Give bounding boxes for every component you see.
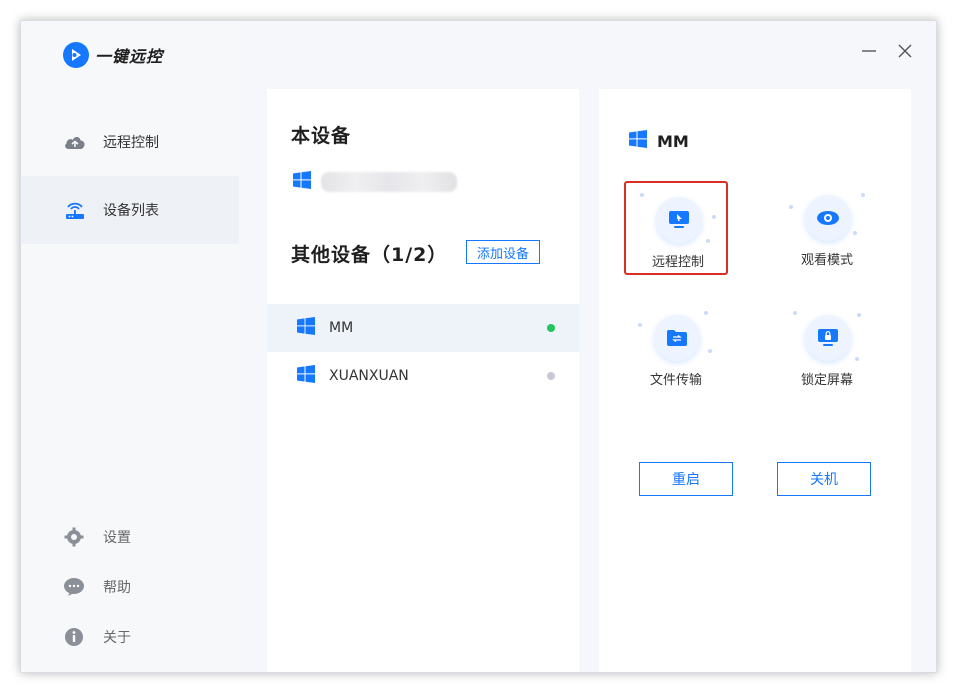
sidebar-item-settings[interactable]: 设置	[63, 526, 131, 548]
windows-icon	[297, 317, 315, 339]
decor-dot	[706, 239, 710, 243]
lock-screen-button[interactable]: 锁定屏幕	[775, 301, 879, 395]
sidebar-item-device-list[interactable]: 设备列表	[21, 176, 239, 244]
device-detail-panel: MM 远程控制 观看模式 文件传输 锁定屏幕 重启 关机	[599, 89, 911, 672]
lock-screen-icon	[805, 315, 851, 361]
decor-dot	[712, 215, 716, 219]
eye-icon	[805, 195, 851, 241]
device-row-mm[interactable]: MM	[267, 304, 579, 352]
info-icon	[63, 626, 85, 648]
windows-icon	[293, 171, 311, 193]
minimize-icon	[861, 43, 877, 63]
decor-dot	[708, 349, 712, 353]
windows-icon	[297, 365, 315, 387]
shutdown-button[interactable]: 关机	[777, 462, 871, 496]
cloud-remote-icon	[63, 130, 87, 154]
router-icon	[63, 198, 87, 222]
add-device-button[interactable]: 添加设备	[466, 240, 540, 264]
decor-dot	[704, 311, 708, 315]
folder-transfer-icon	[654, 315, 700, 361]
device-title: MM	[657, 131, 689, 151]
remote-control-label: 远程控制	[651, 255, 704, 270]
monitor-cursor-icon	[656, 197, 702, 243]
file-transfer-button[interactable]: 文件传输	[624, 301, 728, 395]
device-list-panel: 本设备 其他设备（1/2） 添加设备 MM XUANXUAN	[267, 89, 579, 672]
decor-dot	[853, 231, 857, 235]
decor-dot	[640, 193, 644, 197]
decor-dot	[857, 313, 861, 317]
brand: 一键远控	[63, 42, 163, 68]
sidebar: 一键远控 远程控制 设备列表 设置 帮助 关于	[21, 21, 239, 672]
minimize-button[interactable]	[859, 43, 879, 63]
other-devices-title: 其他设备（1/2）	[291, 244, 448, 266]
decor-dot	[789, 205, 793, 209]
decor-dot	[861, 193, 865, 197]
help-label: 帮助	[103, 580, 131, 596]
decor-dot	[793, 311, 797, 315]
lock-screen-label: 锁定屏幕	[800, 373, 853, 388]
sidebar-item-about[interactable]: 关于	[63, 626, 131, 648]
this-device-name-redacted	[321, 172, 457, 192]
app-window: 一键远控 远程控制 设备列表 设置 帮助 关于 本设备 其他设备（1/2） 添加…	[20, 20, 937, 673]
close-button[interactable]	[895, 43, 915, 63]
offline-status-dot	[547, 372, 555, 380]
windows-icon	[629, 130, 647, 152]
this-device-row	[293, 171, 457, 193]
decor-dot	[855, 357, 859, 361]
watch-mode-label: 观看模式	[800, 253, 853, 268]
device-name: XUANXUAN	[329, 368, 409, 384]
watch-mode-button[interactable]: 观看模式	[775, 181, 879, 275]
file-transfer-label: 文件传输	[649, 373, 702, 388]
app-name: 一键远控	[95, 47, 164, 66]
sidebar-item-label: 设备列表	[103, 203, 159, 219]
remote-control-button[interactable]: 远程控制	[624, 181, 728, 275]
settings-label: 设置	[103, 530, 131, 546]
app-logo-icon	[63, 42, 89, 68]
online-status-dot	[547, 324, 555, 332]
sidebar-item-remote-control[interactable]: 远程控制	[21, 108, 239, 176]
gear-icon	[63, 526, 85, 548]
close-icon	[897, 43, 913, 63]
this-device-title: 本设备	[291, 125, 352, 147]
sidebar-item-label: 远程控制	[103, 135, 159, 151]
restart-button[interactable]: 重启	[639, 462, 733, 496]
device-header: MM	[629, 130, 689, 152]
about-label: 关于	[103, 630, 131, 646]
chat-help-icon	[63, 576, 85, 598]
device-row-xuanxuan[interactable]: XUANXUAN	[267, 352, 579, 400]
sidebar-item-help[interactable]: 帮助	[63, 576, 131, 598]
decor-dot	[638, 323, 642, 327]
device-name: MM	[329, 320, 354, 336]
